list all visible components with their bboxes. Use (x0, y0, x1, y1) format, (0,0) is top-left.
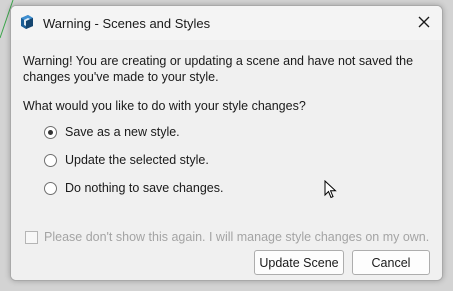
cancel-button[interactable]: Cancel (352, 250, 430, 275)
option-update-selected-style[interactable]: Update the selected style. (44, 152, 209, 168)
dialog-content: Warning! You are creating or updating a … (11, 40, 442, 280)
dont-show-again-checkbox[interactable] (25, 230, 38, 244)
radio-button[interactable] (44, 125, 57, 139)
close-button[interactable] (412, 10, 436, 34)
update-scene-button[interactable]: Update Scene (254, 250, 344, 275)
option-label: Save as a new style. (65, 125, 180, 139)
option-do-nothing[interactable]: Do nothing to save changes. (44, 180, 223, 196)
mouse-cursor-icon (324, 180, 337, 199)
dont-show-again-option[interactable]: Please don't show this again. I will man… (25, 229, 429, 245)
option-label: Update the selected style. (65, 153, 209, 167)
dont-show-again-label: Please don't show this again. I will man… (44, 230, 430, 244)
radio-button[interactable] (44, 181, 57, 195)
close-icon (418, 16, 430, 28)
radio-button[interactable] (44, 153, 57, 167)
question-text: What would you like to do with your styl… (23, 99, 306, 113)
title-bar[interactable]: Warning - Scenes and Styles (11, 6, 442, 40)
option-label: Do nothing to save changes. (65, 181, 224, 195)
sketchup-icon (21, 15, 33, 29)
radio-selected-dot (48, 129, 53, 135)
warning-dialog: Warning - Scenes and Styles Warning! You… (10, 5, 443, 281)
dialog-title: Warning - Scenes and Styles (43, 16, 211, 31)
warning-message: Warning! You are creating or updating a … (23, 54, 414, 84)
option-save-new-style[interactable]: Save as a new style. (44, 124, 180, 140)
